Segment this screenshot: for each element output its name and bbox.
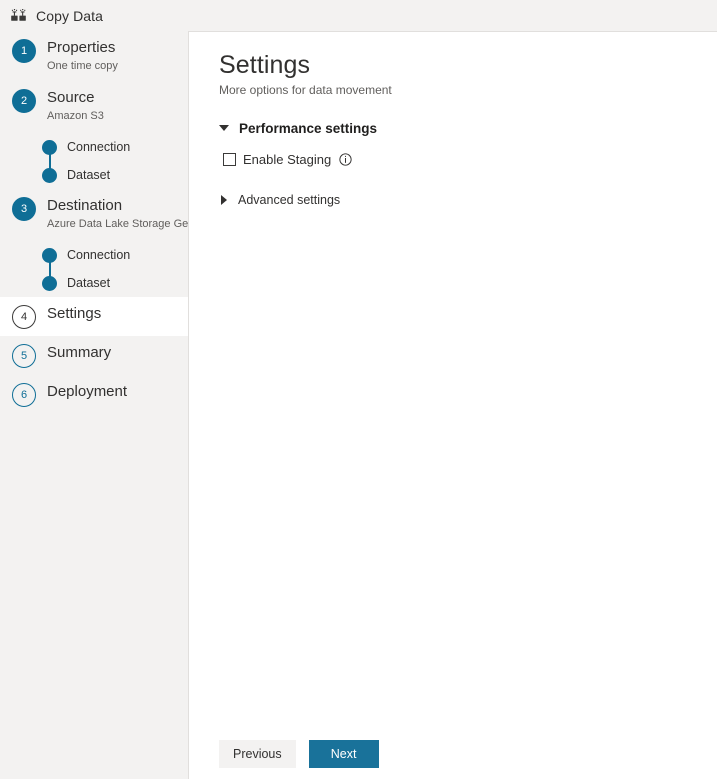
wizard-step-summary[interactable]: 5 Summary — [0, 336, 188, 375]
step-text: Deployment — [47, 382, 127, 401]
wizard-step-list: 1 Properties One time copy 2 Source Amazon S3… — [0, 31, 201, 779]
step-number-badge: 4 — [12, 305, 36, 329]
step-subtitle: Amazon S3 — [47, 110, 104, 122]
page-subtitle: More options for data movement — [219, 83, 392, 97]
step-number-badge: 2 — [12, 89, 36, 113]
section-title: Advanced settings — [238, 193, 341, 207]
settings-panel: Settings More options for data movement … — [188, 31, 717, 779]
wizard-footer: Previous Next — [219, 740, 379, 768]
step-label: Summary — [47, 344, 112, 361]
step-label: Deployment — [47, 383, 128, 400]
chevron-down-icon[interactable] — [219, 125, 229, 131]
field-row: Enable Staging — [223, 149, 699, 169]
step-number-badge: 3 — [12, 197, 36, 221]
wizard-step-destination[interactable]: 3 Destination Azure Data Lake Storage Gen1 — [0, 189, 201, 239]
wizard-substep-connection[interactable]: Connection — [42, 241, 188, 269]
step-number-badge: 6 — [12, 383, 36, 407]
wizard-substep-dataset[interactable]: Dataset — [42, 161, 188, 189]
wizard-step-source[interactable]: 2 Source Amazon S3 — [0, 81, 188, 131]
step-text: Properties One time copy — [47, 38, 118, 74]
app-title: Copy Data — [36, 7, 104, 24]
step-text: Destination Azure Data Lake Storage Gen1 — [47, 196, 201, 232]
step-label: Properties — [47, 39, 116, 56]
step-label: Source — [47, 89, 95, 106]
substep-dot-icon — [42, 167, 57, 183]
page-title: Settings — [219, 51, 311, 79]
info-icon[interactable] — [339, 152, 352, 166]
step-text: Summary — [47, 343, 111, 362]
step-text: Source Amazon S3 — [47, 88, 104, 124]
step-number-badge: 5 — [12, 344, 36, 368]
substep-dot-icon — [42, 139, 57, 155]
substep-dot-icon — [42, 275, 57, 291]
substep-label: Connection — [67, 140, 131, 154]
previous-button[interactable]: Previous — [219, 740, 296, 768]
settings-sections: Performance settings Enable Staging Advanc… — [219, 117, 699, 211]
substep-dot-icon — [42, 247, 57, 263]
app-header: Copy Data — [0, 0, 717, 31]
step-text: Settings — [47, 304, 101, 323]
wizard-step-properties[interactable]: 1 Properties One time copy — [0, 31, 188, 81]
enable-staging-checkbox[interactable] — [223, 152, 236, 166]
chevron-right-icon[interactable] — [221, 195, 227, 205]
next-button[interactable]: Next — [308, 740, 379, 768]
substep-label: Dataset — [67, 168, 111, 182]
section-header-advanced[interactable]: Advanced settings — [219, 189, 699, 211]
copy-data-icon — [11, 8, 26, 21]
wizard-step-settings[interactable]: 4 Settings — [0, 297, 188, 336]
field-label: Enable Staging — [243, 151, 332, 167]
step-number-badge: 1 — [12, 39, 36, 63]
substep-list: Connection Dataset — [0, 133, 188, 189]
section-header-performance[interactable]: Performance settings — [219, 117, 699, 139]
section-title: Performance settings — [239, 120, 378, 136]
wizard-substep-dataset[interactable]: Dataset — [42, 269, 188, 297]
step-subtitle: One time copy — [47, 60, 118, 72]
wizard-step-deployment[interactable]: 6 Deployment — [0, 375, 188, 414]
substep-list: Connection Dataset — [0, 241, 188, 297]
wizard-substep-connection[interactable]: Connection — [42, 133, 188, 161]
step-label: Settings — [47, 305, 102, 322]
step-subtitle: Azure Data Lake Storage Gen1 — [47, 218, 201, 230]
substep-label: Connection — [67, 248, 131, 262]
step-label: Destination — [47, 197, 123, 214]
substep-label: Dataset — [67, 276, 111, 290]
